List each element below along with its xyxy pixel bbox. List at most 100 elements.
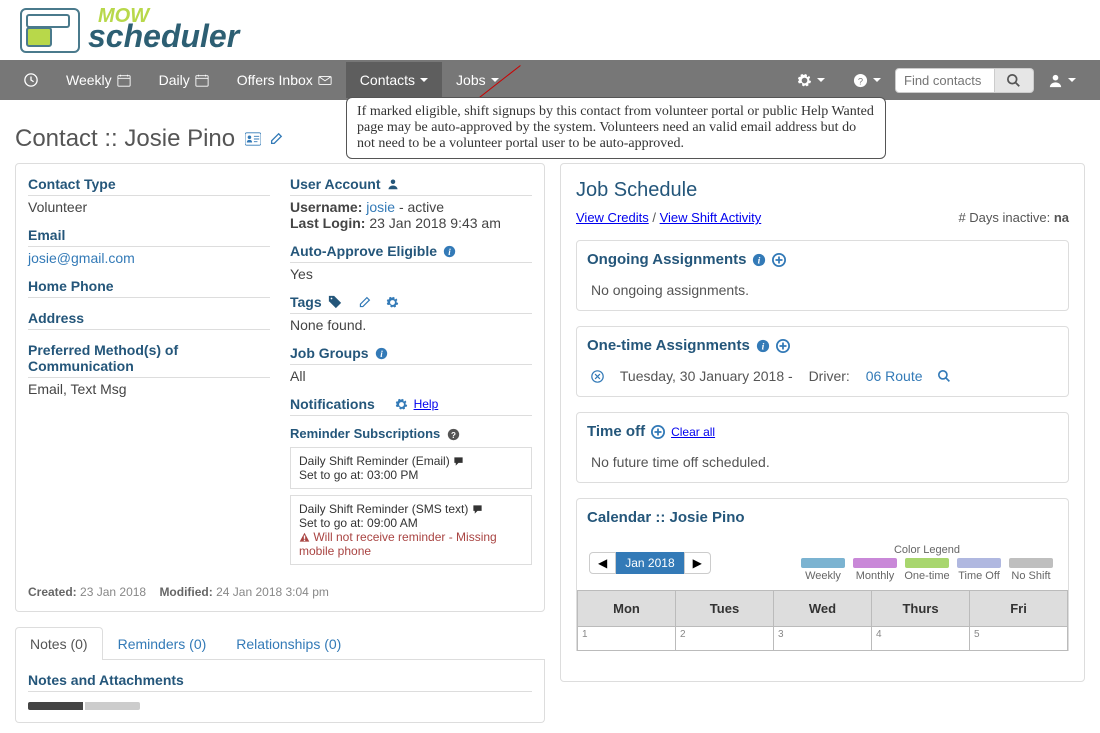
chevron-down-icon: [817, 78, 825, 82]
chevron-down-icon: [1068, 78, 1076, 82]
cal-next-button[interactable]: ▶: [684, 552, 711, 574]
warning-icon: [299, 532, 310, 543]
cal-date-cell[interactable]: 3: [774, 627, 872, 651]
info-icon[interactable]: i: [752, 253, 766, 267]
nav-contacts[interactable]: Contacts: [346, 62, 442, 98]
info-icon[interactable]: i: [443, 245, 456, 258]
logo-area: MOWscheduler: [0, 0, 1100, 60]
nav-help[interactable]: ?: [839, 63, 895, 98]
auto-approve-tooltip: If marked eligible, shift signups by thi…: [346, 97, 886, 159]
gear-icon: [797, 73, 812, 88]
nav-user-menu[interactable]: [1034, 63, 1090, 98]
search-input[interactable]: [895, 68, 995, 93]
timeoff-panel: Time off Clear all No future time off sc…: [576, 412, 1069, 483]
remove-icon[interactable]: [591, 370, 604, 383]
logo[interactable]: MOWscheduler: [20, 5, 1080, 55]
speech-icon: [472, 504, 483, 515]
pref-comm-label: Preferred Method(s) of Communication: [28, 342, 270, 378]
svg-text:i: i: [761, 341, 764, 352]
calendar-title: Calendar :: Josie Pino: [577, 499, 1068, 536]
gear-icon[interactable]: [386, 296, 399, 309]
timeoff-title: Time off: [587, 423, 645, 440]
add-icon[interactable]: [776, 339, 790, 353]
job-schedule-panel: Job Schedule View Credits / View Shift A…: [560, 163, 1085, 682]
route-link[interactable]: 06 Route: [866, 368, 923, 384]
search-group: [895, 68, 1034, 93]
svg-text:?: ?: [452, 431, 457, 440]
last-login-row: Last Login: 23 Jan 2018 9:43 am: [290, 215, 532, 231]
cal-date-cell[interactable]: 1: [578, 627, 676, 651]
user-account-label: User Account: [290, 176, 532, 196]
chevron-down-icon: [420, 78, 428, 82]
tab-reminders[interactable]: Reminders (0): [103, 627, 222, 660]
legend-item: One-time: [902, 558, 952, 582]
tags-icon: [328, 295, 342, 309]
inbox-icon: [318, 73, 332, 87]
calendar-icon: [195, 73, 209, 87]
legend-item: Time Off: [954, 558, 1004, 582]
timeoff-body: No future time off scheduled.: [577, 450, 1068, 482]
view-credits-link[interactable]: View Credits: [576, 210, 649, 225]
view-shift-activity-link[interactable]: View Shift Activity: [660, 210, 762, 225]
cal-date-cell[interactable]: 2: [676, 627, 774, 651]
user-icon: [387, 178, 399, 190]
gear-icon[interactable]: [395, 398, 408, 411]
info-icon[interactable]: i: [375, 347, 388, 360]
reminder-subscriptions-label: Reminder Subscriptions ?: [290, 426, 532, 441]
search-icon: [1007, 74, 1021, 88]
contact-type-label: Contact Type: [28, 176, 270, 196]
reminder-email-box: Daily Shift Reminder (Email) Set to go a…: [290, 447, 532, 489]
ongoing-assignments-panel: Ongoing Assignments i No ongoing assignm…: [576, 240, 1069, 311]
job-groups-value: All: [290, 368, 532, 384]
tab-notes[interactable]: Notes (0): [15, 627, 103, 660]
reminder-sms-box: Daily Shift Reminder (SMS text) Set to g…: [290, 495, 532, 565]
notifications-help-link[interactable]: Help: [414, 397, 439, 411]
cal-date-cell[interactable]: 4: [872, 627, 970, 651]
ongoing-assignments-title: Ongoing Assignments: [587, 251, 746, 268]
help-icon: ?: [853, 73, 868, 88]
clear-all-link[interactable]: Clear all: [671, 425, 715, 439]
logo-text: MOWscheduler: [88, 5, 239, 55]
legend-item: Weekly: [798, 558, 848, 582]
legend-item: No Shift: [1006, 558, 1056, 582]
nav-settings[interactable]: [783, 63, 839, 98]
tab-content-notes: Notes and Attachments: [15, 660, 545, 723]
tags-label: Tags: [290, 294, 532, 314]
nav-daily[interactable]: Daily: [145, 62, 223, 98]
username-link[interactable]: josie: [366, 199, 395, 215]
username-row: Username: josie - active: [290, 199, 532, 215]
notes-heading: Notes and Attachments: [28, 672, 532, 692]
cal-date-cell[interactable]: 5: [970, 627, 1068, 651]
email-link[interactable]: josie@gmail.com: [28, 250, 135, 266]
nav-offers-inbox[interactable]: Offers Inbox: [223, 62, 346, 98]
contact-details-panel: Contact Type Volunteer Email josie@gmail…: [15, 163, 545, 612]
help-icon[interactable]: ?: [447, 428, 460, 441]
job-schedule-title: Job Schedule: [576, 179, 1069, 202]
vcard-icon[interactable]: [245, 132, 261, 146]
cal-prev-button[interactable]: ◀: [589, 552, 616, 574]
color-legend: Color Legend WeeklyMonthlyOne-timeTime O…: [798, 544, 1056, 582]
logo-icon: [20, 8, 80, 53]
chevron-down-icon: [873, 78, 881, 82]
edit-icon[interactable]: [269, 132, 283, 146]
email-label: Email: [28, 227, 270, 247]
ongoing-assignments-body: No ongoing assignments.: [577, 278, 1068, 310]
search-button[interactable]: [995, 68, 1034, 93]
auto-approve-label: Auto-Approve Eligible i: [290, 243, 532, 263]
nav-clock-icon[interactable]: [10, 63, 52, 97]
onetime-assignments-panel: One-time Assignments i Tuesday, 30 Janua…: [576, 326, 1069, 397]
info-icon[interactable]: i: [756, 339, 770, 353]
onetime-assignment-row: Tuesday, 30 January 2018 - Driver: 06 Ro…: [591, 368, 1054, 384]
edit-icon[interactable]: [358, 296, 371, 309]
nav-weekly[interactable]: Weekly: [52, 62, 145, 98]
cal-month-button[interactable]: Jan 2018: [616, 552, 683, 574]
add-icon[interactable]: [651, 425, 665, 439]
search-icon[interactable]: [938, 370, 951, 383]
onetime-assignments-title: One-time Assignments: [587, 337, 750, 354]
address-label: Address: [28, 310, 270, 330]
meta-row: Created: 23 Jan 2018 Modified: 24 Jan 20…: [28, 585, 532, 599]
calendar-panel: Calendar :: Josie Pino ◀ Jan 2018 ▶ Colo…: [576, 498, 1069, 651]
add-icon[interactable]: [772, 253, 786, 267]
tab-relationships[interactable]: Relationships (0): [221, 627, 356, 660]
home-phone-label: Home Phone: [28, 278, 270, 298]
